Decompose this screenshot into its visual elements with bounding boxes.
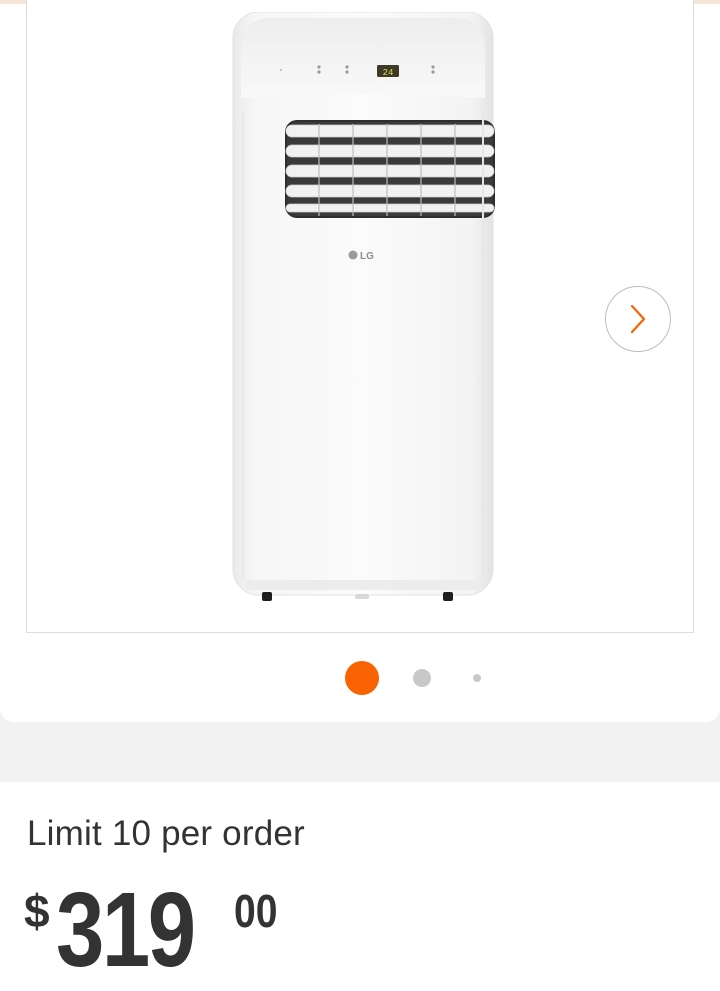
carousel-pagination [0,660,720,696]
product-image-card: 24 LG [0,0,720,722]
product-image-gallery[interactable]: 24 LG [26,0,694,633]
price-currency-symbol: $ [24,885,50,937]
display-readout: 24 [383,68,394,78]
carousel-dot[interactable] [413,669,431,687]
price-dollars: 319 [56,871,196,989]
chevron-right-icon [630,304,646,334]
product-image: 24 LG [232,12,495,601]
purchase-limit-text: Limit 10 per order [27,814,305,853]
carousel-dot-active[interactable] [345,661,379,695]
price-cents: 00 [234,885,278,937]
brand-logo-text: LG [360,251,374,262]
carousel-dot[interactable] [473,674,481,682]
next-image-button[interactable] [605,286,671,352]
